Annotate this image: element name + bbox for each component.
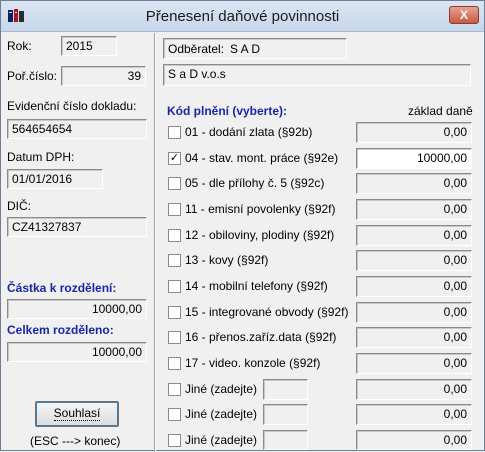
zaklad-17-field[interactable]: 0,00 (356, 353, 472, 374)
rok-label: Rok: (7, 39, 32, 53)
checkbox-kod-16[interactable] (168, 331, 181, 344)
close-button[interactable]: X (449, 6, 479, 24)
zaklad-jine-1-field[interactable]: 0,00 (356, 379, 472, 400)
odberatel-label: Odběratel: (168, 42, 225, 56)
checkbox-kod-14[interactable] (168, 280, 181, 293)
kod-12-label: 12 - obiloviny, plodiny (§92f) (185, 228, 335, 242)
souhlasi-button[interactable]: Souhlasí (35, 401, 119, 427)
checkbox-kod-05[interactable] (168, 177, 181, 190)
kod-05-label: 05 - dle přílohy č. 5 (§92c) (185, 176, 325, 190)
zaklad-jine-2-field[interactable]: 0,00 (356, 404, 472, 425)
datum-dph-field[interactable]: 01/01/2016 (7, 169, 103, 189)
checkbox-kod-15[interactable] (168, 306, 181, 319)
checkbox-kod-04[interactable]: ✓ (168, 152, 181, 165)
zaklad-jine-3-field[interactable]: 0,00 (356, 430, 472, 450)
kod-15-label: 15 - integrované obvody (§92f) (185, 305, 349, 319)
jine-2-label: Jiné (zadejte) (185, 407, 258, 421)
kod-16-label: 16 - přenos.zaříz.data (§92f) (185, 330, 337, 344)
zaklad-05-field[interactable]: 0,00 (356, 173, 472, 194)
checkbox-jine-1[interactable] (168, 383, 181, 396)
jine-1-code-field[interactable] (263, 379, 308, 400)
zaklad-14-field[interactable]: 0,00 (356, 276, 472, 297)
kod-plneni-label: Kód plnění (vyberte): (167, 104, 288, 118)
checkbox-kod-17[interactable] (168, 357, 181, 370)
zaklad-12-field[interactable]: 0,00 (356, 225, 472, 246)
castka-k-rozdeleni-label: Částka k rozdělení: (7, 281, 117, 295)
checkbox-jine-2[interactable] (168, 408, 181, 421)
zaklad-11-field[interactable]: 0,00 (356, 199, 472, 220)
checkbox-kod-01[interactable] (168, 126, 181, 139)
kod-04-label: 04 - stav. mont. práce (§92e) (185, 151, 339, 165)
poradove-cislo-field[interactable]: 39 (61, 66, 146, 86)
panel-separator (154, 33, 156, 452)
souhlasi-button-label: Souhlasí (53, 406, 101, 421)
dic-label: DIČ: (7, 199, 31, 213)
datum-dph-label: Datum DPH: (7, 150, 75, 164)
checkbox-kod-12[interactable] (168, 229, 181, 242)
title-bar[interactable]: Přenesení daňové povinnosti X (1, 1, 484, 32)
jine-3-label: Jiné (zadejte) (185, 433, 258, 447)
odberatel-code: S A D (230, 42, 261, 56)
zaklad-13-field[interactable]: 0,00 (356, 250, 472, 271)
zaklad-01-field[interactable]: 0,00 (356, 122, 472, 143)
dic-field[interactable]: CZ41327837 (7, 217, 147, 237)
castka-k-rozdeleni-field[interactable]: 10000,00 (7, 299, 147, 319)
zaklad-16-field[interactable]: 0,00 (356, 327, 472, 348)
checkbox-kod-11[interactable] (168, 203, 181, 216)
checkbox-kod-13[interactable] (168, 254, 181, 267)
checkbox-jine-3[interactable] (168, 434, 181, 447)
evidencni-cislo-label: Evidenční číslo dokladu: (7, 99, 137, 113)
kod-14-label: 14 - mobilní telefony (§92f) (185, 279, 328, 293)
jine-1-label: Jiné (zadejte) (185, 382, 258, 396)
rok-field[interactable]: 2015 (61, 36, 117, 56)
kod-13-label: 13 - kovy (§92f) (185, 253, 269, 267)
odberatel-name-field[interactable]: S a D v.o.s (163, 64, 471, 86)
dialog-window: Přenesení daňové povinnosti X Rok: 2015 … (0, 0, 485, 452)
window-title: Přenesení daňové povinnosti (145, 8, 340, 25)
esc-hint: (ESC ---> konec) (30, 434, 121, 448)
kod-01-label: 01 - dodání zlata (§92b) (185, 125, 313, 139)
kod-11-label: 11 - emisní povolenky (§92f) (185, 202, 336, 216)
kod-17-label: 17 - video. konzole (§92f) (185, 356, 321, 370)
poradove-cislo-label: Poř.číslo: (7, 69, 58, 83)
zaklad-dane-label: základ daně (408, 104, 473, 118)
odberatel-box: Odběratel: S A D (163, 38, 347, 59)
zaklad-04-field[interactable]: 10000,00 (356, 148, 472, 169)
celkem-rozdeleno-field[interactable]: 10000,00 (7, 342, 147, 362)
evidencni-cislo-field[interactable]: 564654654 (7, 119, 147, 139)
zaklad-15-field[interactable]: 0,00 (356, 302, 472, 323)
jine-2-code-field[interactable] (263, 404, 308, 425)
celkem-rozdeleno-label: Celkem rozděleno: (7, 323, 114, 337)
jine-3-code-field[interactable] (263, 430, 308, 450)
